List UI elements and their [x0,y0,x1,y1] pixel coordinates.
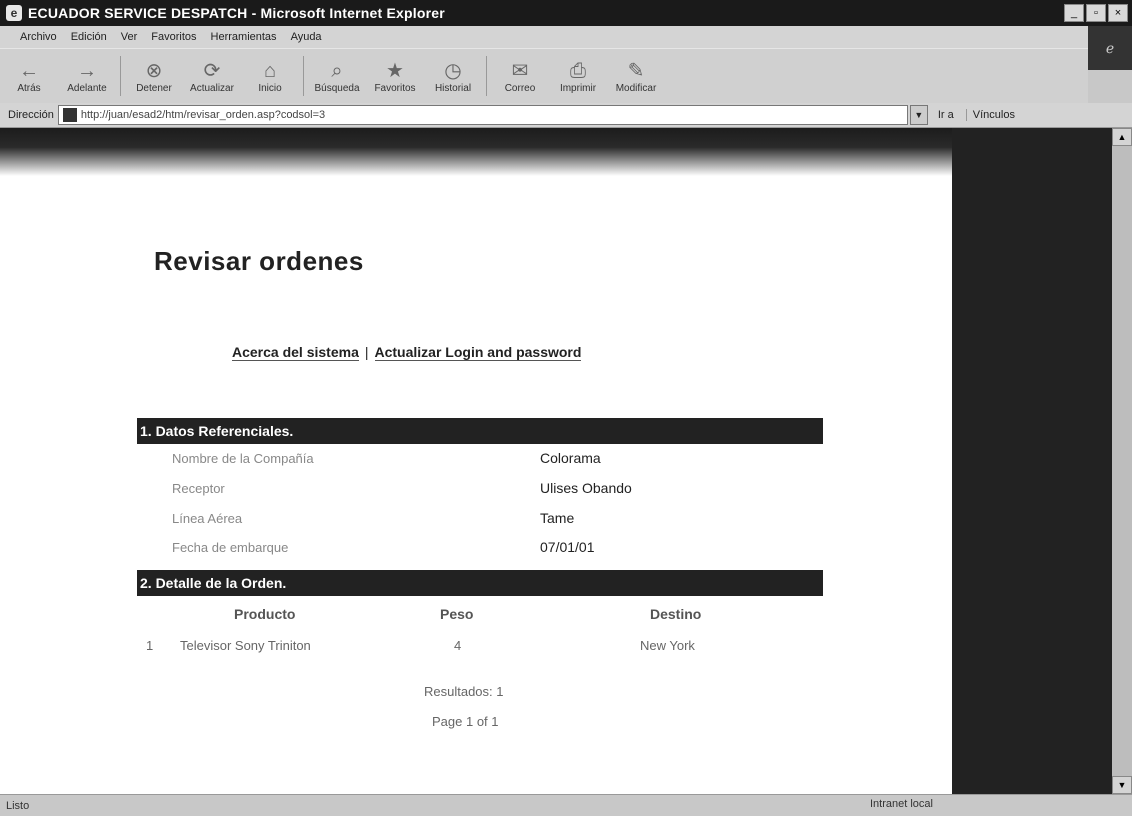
stop-button[interactable]: ⊗ Detener [125,59,183,94]
menu-ver[interactable]: Ver [121,31,138,43]
address-label: Dirección [8,109,54,121]
section-header-datos: 1. Datos Referenciales. [137,418,823,444]
ie-icon: e [6,5,22,21]
label-company: Nombre de la Compañía [172,451,314,466]
history-button[interactable]: ◷ Historial [424,59,482,94]
menu-bar: Archivo Edición Ver Favoritos Herramient… [0,26,1132,48]
menu-herramientas[interactable]: Herramientas [211,31,277,43]
favorites-button[interactable]: ★ Favoritos [366,59,424,94]
nav-separator: | [364,344,369,360]
scroll-down-button[interactable]: ▼ [1112,776,1132,794]
menu-edicion[interactable]: Edición [71,31,107,43]
mail-button[interactable]: ✉ Correo [491,59,549,94]
refresh-button[interactable]: ⟳ Actualizar [183,59,241,94]
address-bar: Dirección http://juan/esad2/htm/revisar_… [0,103,1132,128]
label-airline: Línea Aérea [172,511,243,526]
search-icon: ⌕ [331,59,343,82]
history-icon: ◷ [444,59,462,82]
label-receptor: Receptor [172,481,225,496]
page-content: Revisar ordenes Acerca del sistema | Actua… [0,128,1112,794]
toolbar: ← Atrás → Adelante ⊗ Detener ⟳ Actualizar ⌂ I… [0,48,1088,104]
pagination-text: Page 1 of 1 [432,714,499,729]
address-input[interactable]: http://juan/esad2/htm/revisar_orden.asp?… [57,105,908,125]
cell-producto: Televisor Sony Triniton [180,638,311,653]
value-company: Colorama [540,450,601,466]
print-button[interactable]: ⎙ Imprimir [549,59,607,94]
back-icon: ← [19,59,39,82]
toolbar-separator [486,56,487,96]
home-icon: ⌂ [263,59,277,82]
value-receptor: Ulises Obando [540,480,632,496]
nav-links: Acerca del sistema | Actualizar Login and … [232,344,582,361]
header-shadow [0,128,1112,176]
ie-throbber-icon: ℯ [1088,26,1132,70]
row-number: 1 [146,638,154,653]
column-header-producto: Producto [234,606,296,622]
go-button[interactable]: Ir a [938,109,954,121]
toolbar-separator [120,56,121,96]
menu-archivo[interactable]: Archivo [20,31,57,43]
column-header-destino: Destino [650,606,702,622]
page-icon [62,108,77,122]
page-title: Revisar ordenes [154,246,364,276]
search-button[interactable]: ⌕ Búsqueda [308,59,366,94]
address-url: http://juan/esad2/htm/revisar_orden.asp?… [80,109,326,121]
scroll-up-button[interactable]: ▲ [1112,128,1132,146]
back-button[interactable]: ← Atrás [0,59,58,94]
links-button[interactable]: Vínculos [965,109,1015,121]
value-airline: Tame [540,510,575,526]
column-header-peso: Peso [440,606,474,622]
menu-ayuda[interactable]: Ayuda [291,31,322,43]
refresh-icon: ⟳ [203,59,221,82]
window-controls: _ ▫ × [1064,4,1128,22]
window-title: ECUADOR SERVICE DESPATCH - Microsoft Int… [28,5,445,21]
minimize-button[interactable]: _ [1064,4,1084,22]
cell-peso: 4 [454,638,462,653]
security-zone: Intranet local [870,798,933,810]
label-ship-date: Fecha de embarque [172,540,289,555]
stop-icon: ⊗ [145,59,163,82]
toolbar-separator [303,56,304,96]
cell-destino: New York [640,638,695,653]
results-count: Resultados: 1 [424,684,504,699]
section-header-detalle: 2. Detalle de la Orden. [137,570,823,596]
forward-button[interactable]: → Adelante [58,59,116,94]
update-login-link[interactable]: Actualizar Login and password [374,344,582,361]
right-dark-panel [952,128,1112,794]
vertical-scrollbar[interactable]: ▲ ▼ [1112,128,1132,794]
edit-button[interactable]: ✎ Modificar [607,59,665,94]
address-dropdown-button[interactable]: ▼ [909,105,928,125]
print-icon: ⎙ [570,59,586,82]
status-text: Listo [6,799,30,812]
about-link[interactable]: Acerca del sistema [232,344,359,361]
mail-icon: ✉ [511,59,529,82]
home-button[interactable]: ⌂ Inicio [241,59,299,94]
favorites-icon: ★ [386,59,404,82]
value-ship-date: 07/01/01 [540,539,595,555]
close-button[interactable]: × [1108,4,1128,22]
status-bar: Listo Intranet local [0,794,1132,816]
edit-icon: ✎ [627,59,645,82]
maximize-button[interactable]: ▫ [1086,4,1106,22]
forward-icon: → [77,59,97,82]
title-bar: e ECUADOR SERVICE DESPATCH - Microsoft I… [0,0,1132,26]
menu-favoritos[interactable]: Favoritos [151,31,196,43]
